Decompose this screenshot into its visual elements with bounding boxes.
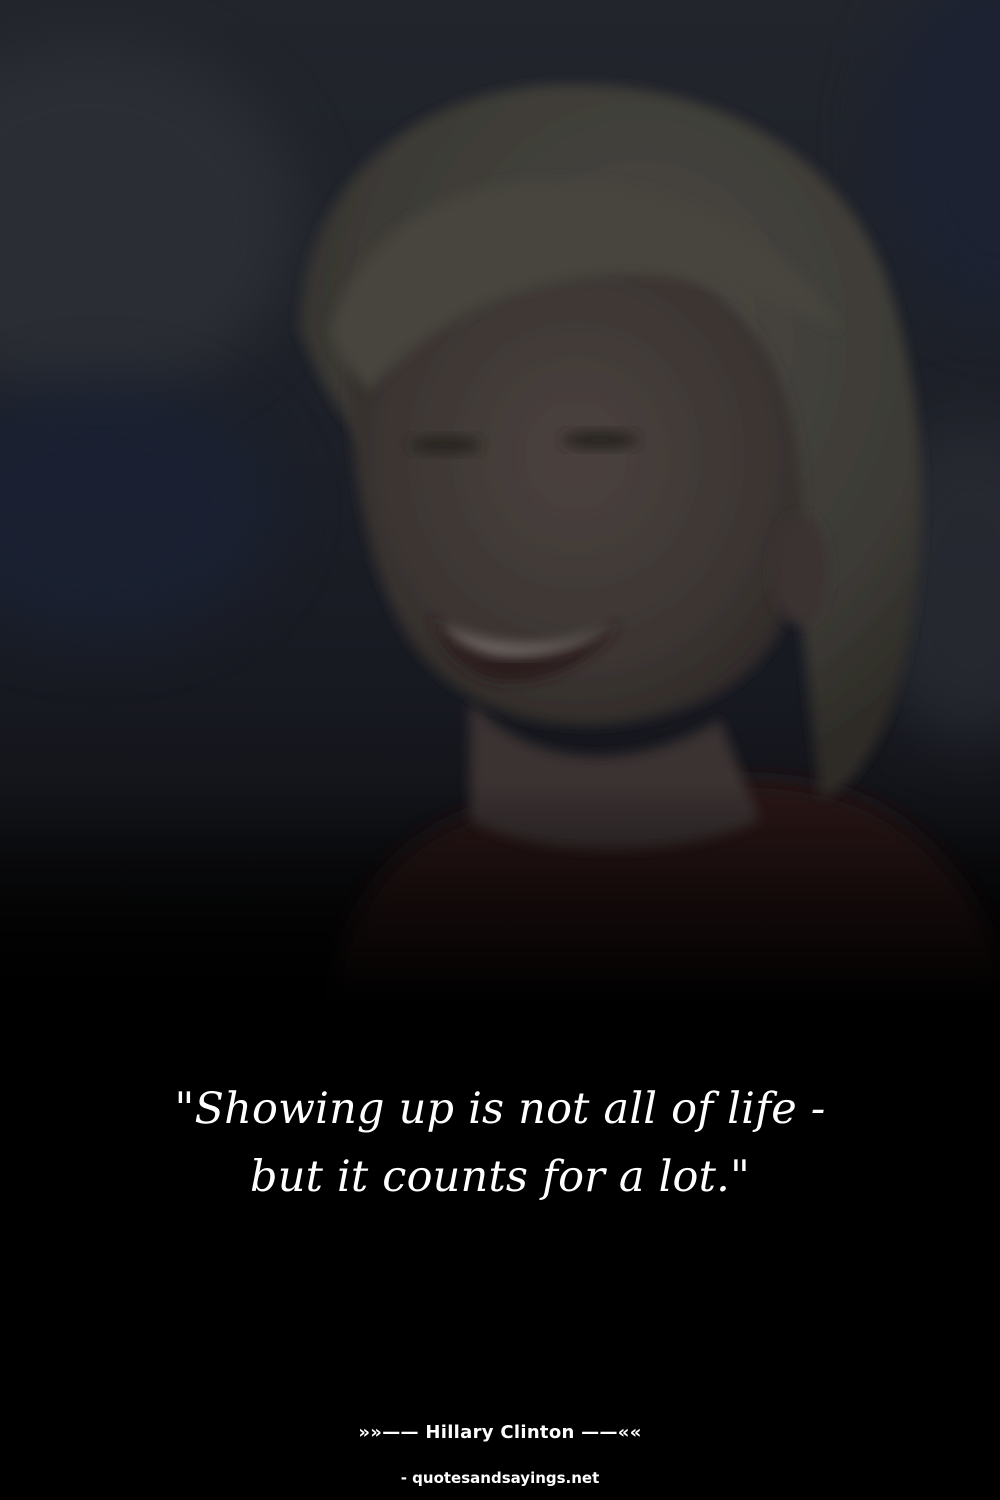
quote-poster: "Showing up is not all of life - but it … — [0, 0, 1000, 1500]
quote-author: »»—— Hillary Clinton ——«« — [358, 1422, 642, 1443]
bottom-fade-overlay — [0, 780, 1000, 1040]
right-eye-shape — [562, 430, 638, 450]
quote-text: "Showing up is not all of life - but it … — [174, 1084, 826, 1202]
source-watermark: - quotesandsayings.net — [400, 1469, 600, 1487]
background-photo — [0, 0, 1000, 1500]
ear-shape — [772, 515, 828, 625]
left-eye-shape — [409, 435, 481, 455]
